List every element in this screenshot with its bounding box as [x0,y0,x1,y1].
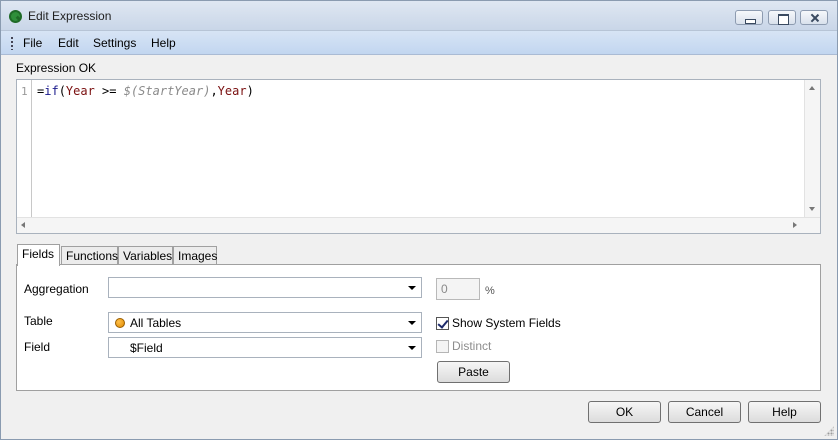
count-input: 0 [436,278,480,300]
expression-code[interactable]: =if(Year >= $(StartYear),Year) [37,84,254,98]
field-dropdown[interactable]: $Field [108,337,422,358]
aggregation-dropdown[interactable] [108,277,422,298]
code-operator: >= [94,84,124,98]
chevron-down-icon [408,286,416,290]
qlikview-app-icon [9,10,22,23]
table-label: Table [24,314,53,328]
edit-expression-dialog: Edit Expression File Edit Settings Help … [0,0,838,440]
chevron-down-icon [408,321,416,325]
code-function: if [44,84,59,98]
title-bar: Edit Expression [1,1,837,31]
code-close-paren: ) [246,84,254,98]
tab-variables[interactable]: Variables [118,246,173,265]
window-title: Edit Expression [28,9,112,23]
scroll-down-icon[interactable] [809,207,815,211]
menu-file[interactable]: File [23,36,42,50]
maximize-button[interactable] [768,10,796,25]
code-open-paren: ( [58,84,66,98]
chevron-down-icon [408,346,416,350]
cancel-button[interactable]: Cancel [668,401,741,423]
tab-images[interactable]: Images [173,246,217,265]
percent-sign: % [485,285,495,297]
field-label: Field [24,340,51,354]
menu-bar: File Edit Settings Help [1,31,837,55]
scroll-right-icon[interactable] [793,222,797,228]
table-status-icon [115,318,125,328]
distinct-label: Distinct [452,339,492,353]
code-comma: , [210,84,218,98]
minimize-button[interactable] [735,10,763,25]
code-field: Year [217,84,247,98]
toolbar-grip-icon [11,37,13,50]
code-variable: $(StartYear) [123,84,211,98]
field-value: $Field [130,341,163,355]
table-dropdown[interactable]: All Tables [108,312,422,333]
expression-editor[interactable]: 1 =if(Year >= $(StartYear),Year) [16,79,821,234]
help-button[interactable]: Help [748,401,821,423]
close-button[interactable] [800,10,828,25]
show-system-fields-label[interactable]: Show System Fields [452,316,561,330]
vertical-scrollbar[interactable] [804,80,820,218]
expression-status: Expression OK [16,61,97,75]
code-field: Year [65,84,95,98]
count-value: 0 [441,282,448,296]
tab-fields[interactable]: Fields [17,244,60,266]
paste-button[interactable]: Paste [437,361,510,383]
show-system-fields-checkbox[interactable] [436,317,449,330]
line-number: 1 [21,85,28,98]
distinct-checkbox[interactable] [436,340,449,353]
aggregation-label: Aggregation [24,282,89,296]
tab-functions[interactable]: Functions [61,246,118,265]
line-number-gutter: 1 [17,80,32,218]
scroll-left-icon[interactable] [21,222,25,228]
horizontal-scrollbar[interactable] [17,217,820,233]
menu-help[interactable]: Help [151,36,176,50]
resize-grip-icon[interactable] [824,426,834,436]
scroll-up-icon[interactable] [809,86,815,90]
table-value: All Tables [130,316,182,330]
ok-button[interactable]: OK [588,401,661,423]
menu-settings[interactable]: Settings [93,36,136,50]
menu-edit[interactable]: Edit [58,36,79,50]
